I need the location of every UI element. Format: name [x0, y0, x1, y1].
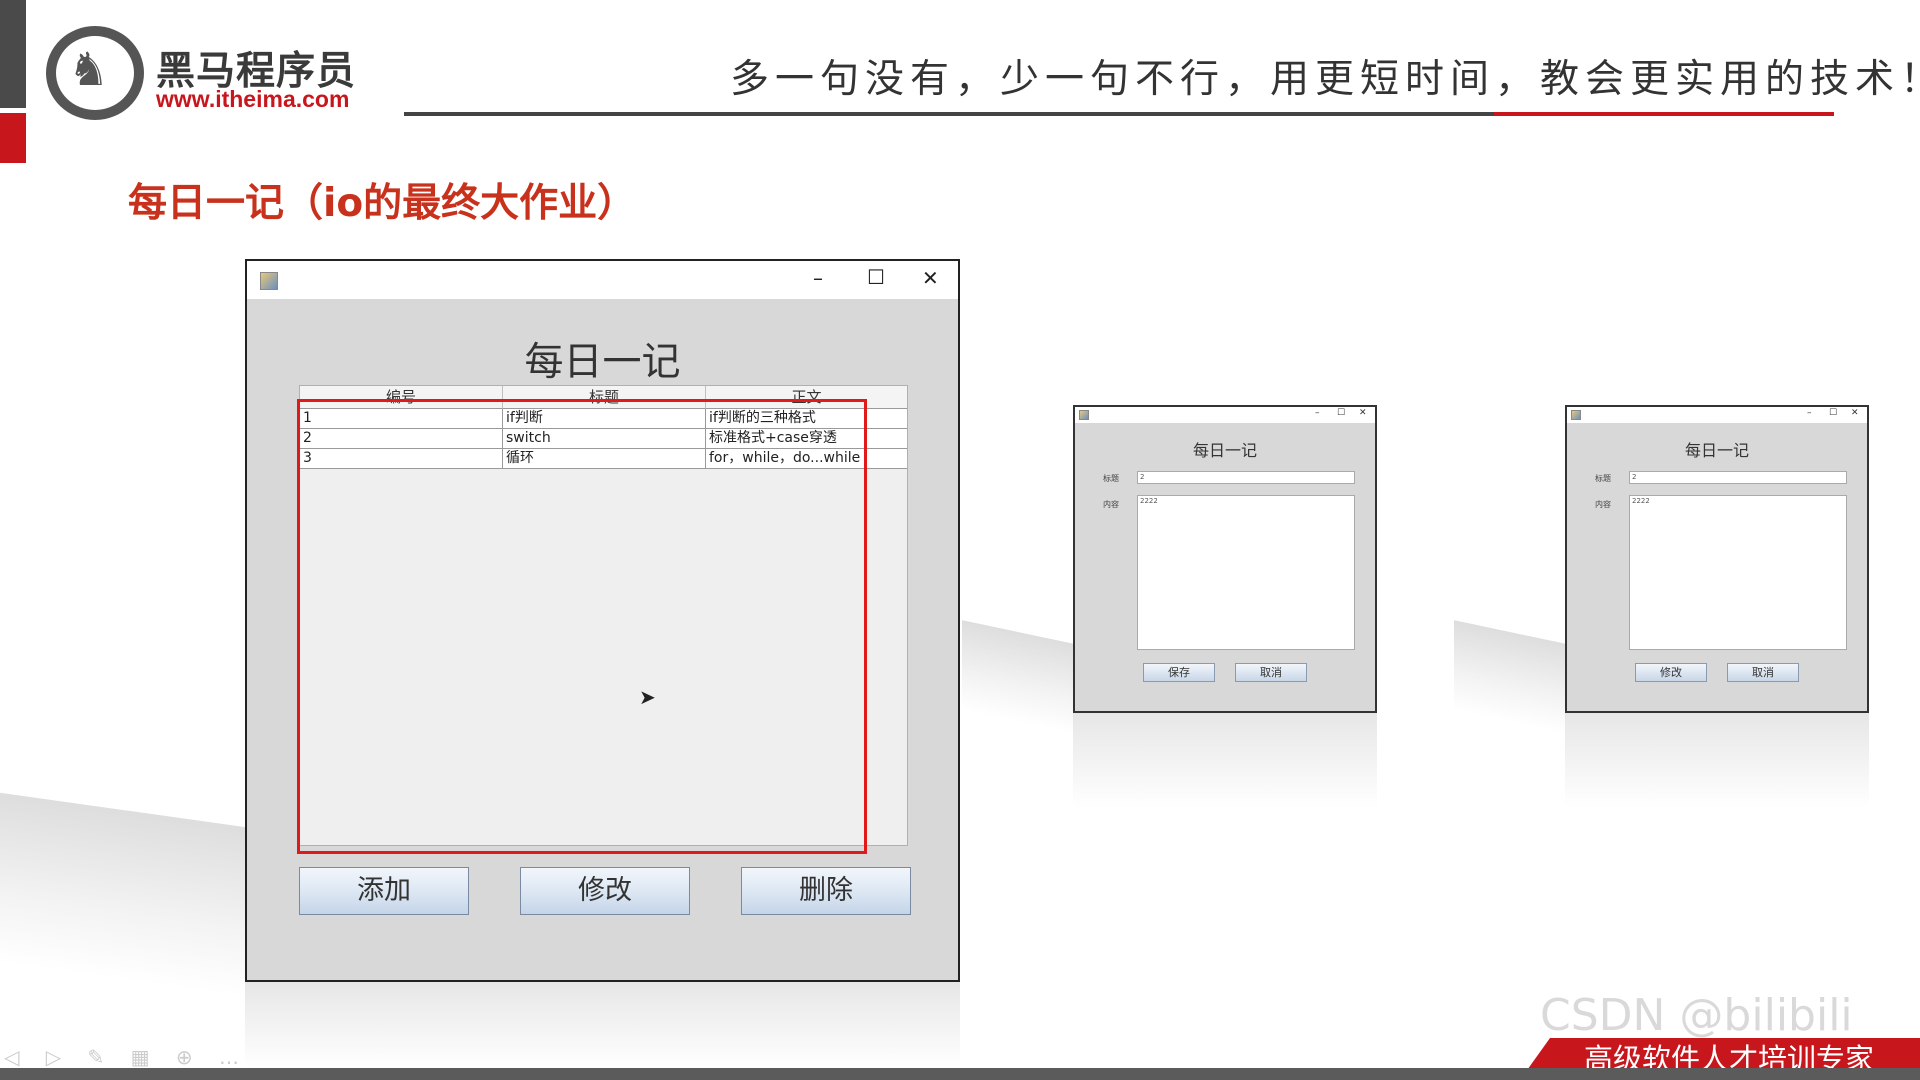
content-textarea[interactable]: 2222	[1629, 495, 1847, 650]
cancel-button[interactable]: 取消	[1727, 663, 1799, 682]
dialog-reflection	[1073, 713, 1377, 808]
video-watermark: CSDN @bilibili	[1540, 990, 1853, 1041]
java-app-icon	[1571, 410, 1581, 420]
window-titlebar[interactable]: – ☐ ✕	[247, 261, 958, 299]
close-icon[interactable]: ✕	[1851, 408, 1859, 418]
edit-button[interactable]: 修改	[520, 867, 690, 915]
title-label: 标题	[1103, 474, 1119, 483]
add-entry-dialog: – ☐ ✕ 每日一记 标题 2 内容 2222 保存 取消	[1073, 405, 1377, 713]
content-textarea[interactable]: 2222	[1137, 495, 1355, 650]
cancel-button[interactable]: 取消	[1235, 663, 1307, 682]
floor-shadow	[0, 792, 246, 998]
window-reflection	[245, 982, 960, 1068]
delete-button[interactable]: 删除	[741, 867, 911, 915]
bottom-strip	[0, 1068, 1920, 1080]
logo-url: www.itheima.com	[156, 86, 350, 112]
content-label: 内容	[1103, 500, 1119, 509]
itheima-logo-icon: ♞	[46, 26, 144, 120]
dialog-reflection	[1565, 713, 1869, 808]
content-label: 内容	[1595, 500, 1611, 509]
minimize-icon[interactable]: –	[1315, 408, 1320, 418]
highlight-annotation-box	[297, 399, 867, 854]
slide-title: 每日一记（io的最终大作业）	[128, 181, 637, 226]
dialog-heading: 每日一记	[1192, 441, 1257, 460]
floor-shadow	[962, 620, 1074, 734]
java-app-icon	[1079, 410, 1089, 420]
java-app-icon	[260, 272, 278, 290]
header-divider-accent	[1494, 112, 1834, 116]
close-icon[interactable]: ✕	[1359, 408, 1367, 418]
edit-button[interactable]: 修改	[1635, 663, 1707, 682]
save-button[interactable]: 保存	[1143, 663, 1215, 682]
left-dark-bar	[0, 0, 26, 108]
dialog-titlebar[interactable]: – ☐ ✕	[1075, 407, 1375, 423]
main-diary-window: – ☐ ✕ 每日一记 编号 标题 正文 1 if判断 if判断的三种格式 2 s…	[245, 259, 960, 982]
left-red-bar	[0, 113, 26, 163]
edit-entry-dialog: – ☐ ✕ 每日一记 标题 2 内容 2222 修改 取消	[1565, 405, 1869, 713]
minimize-icon[interactable]: –	[813, 266, 823, 290]
diary-heading: 每日一记	[524, 340, 681, 385]
header-slogan: 多一句没有，少一句不行，用更短时间，教会更实用的技术！	[730, 57, 1920, 102]
floor-shadow	[1454, 620, 1566, 734]
maximize-icon[interactable]: ☐	[1337, 408, 1345, 418]
slide-player-controls-icon[interactable]: ◁ ▷ ✎ ▦ ⊕ …	[4, 1045, 249, 1069]
title-field[interactable]: 2	[1629, 471, 1847, 484]
mouse-cursor-icon: ➤	[639, 685, 656, 709]
maximize-icon[interactable]: ☐	[1829, 408, 1837, 418]
add-button[interactable]: 添加	[299, 867, 469, 915]
close-icon[interactable]: ✕	[922, 266, 939, 290]
title-label: 标题	[1595, 474, 1611, 483]
maximize-icon[interactable]: ☐	[867, 265, 885, 289]
dialog-heading: 每日一记	[1684, 441, 1749, 460]
title-field[interactable]: 2	[1137, 471, 1355, 484]
dialog-titlebar[interactable]: – ☐ ✕	[1567, 407, 1867, 423]
minimize-icon[interactable]: –	[1807, 408, 1812, 418]
